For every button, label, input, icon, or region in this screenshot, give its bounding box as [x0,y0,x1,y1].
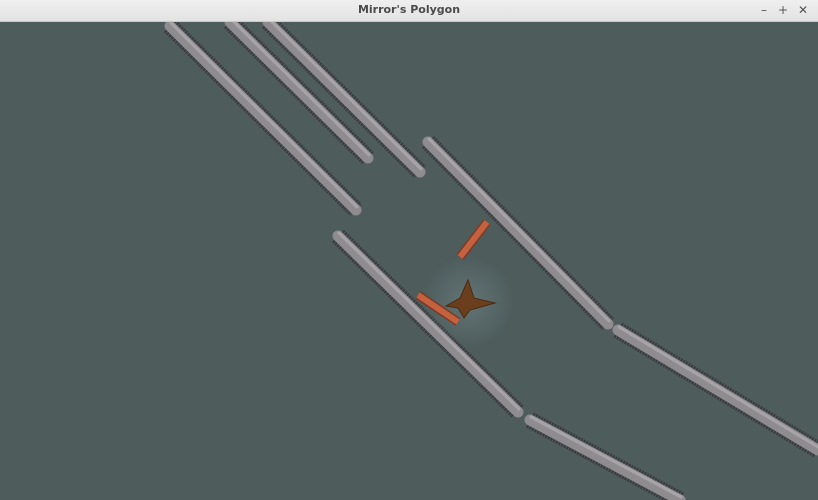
maximize-icon[interactable]: + [775,2,791,18]
walls [164,22,818,500]
window-title: Mirror's Polygon [357,3,461,16]
game-canvas[interactable] [0,22,818,500]
wall-segment [612,322,818,458]
close-icon[interactable]: ✕ [795,2,811,18]
game-window: Mirror's Polygon – + ✕ [0,0,818,500]
minimize-icon[interactable]: – [756,2,772,18]
mirror[interactable] [456,219,491,260]
wall-segment [524,412,686,500]
title-bar[interactable]: Mirror's Polygon – + ✕ [0,0,818,22]
game-scene [164,22,818,500]
